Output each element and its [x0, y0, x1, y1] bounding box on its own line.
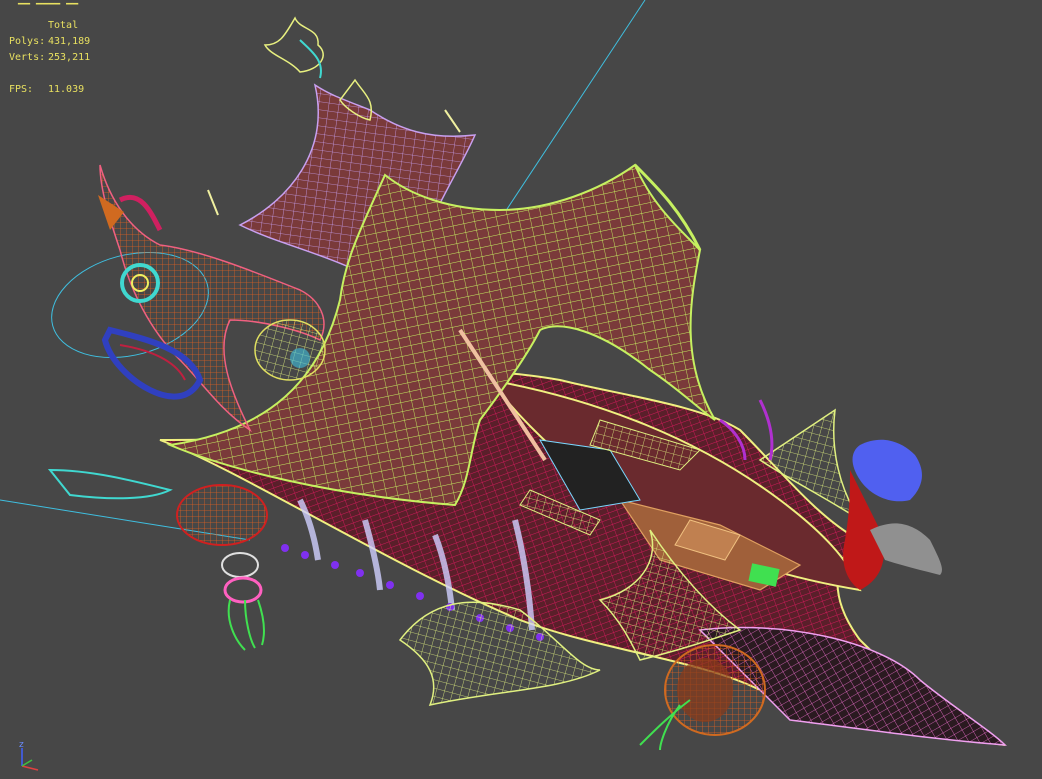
- front-barrel-mesh: [176, 484, 268, 651]
- axis-gizmo-icon: z: [12, 740, 44, 774]
- 3d-viewport[interactable]: ▁▁ ▁▁▁▁ ▁▁ Total Polys:431,189 Verts:253…: [0, 0, 1042, 779]
- stats-fps-label: FPS:: [9, 84, 34, 95]
- stats-verts-value: 253,211: [48, 52, 91, 63]
- clipped-toolbar-text: ▁▁ ▁▁▁▁ ▁▁: [18, 0, 78, 5]
- gizmo-z-label: z: [19, 740, 24, 750]
- stats-verts-label: Verts:: [9, 52, 46, 63]
- stats-fps-value: 11.039: [48, 84, 85, 95]
- figurehead-mesh: [843, 439, 942, 590]
- stats-polys-value: 431,189: [48, 36, 91, 47]
- stern-barrel-mesh: [639, 644, 766, 751]
- wireframe-airship-model[interactable]: [0, 0, 1042, 779]
- stats-polys-label: Polys:: [9, 36, 46, 47]
- stats-total-label: Total: [48, 20, 79, 31]
- viewport-statistics: Total Polys: 431,189 Verts: 253,211 FPS: 11…: [9, 18, 90, 98]
